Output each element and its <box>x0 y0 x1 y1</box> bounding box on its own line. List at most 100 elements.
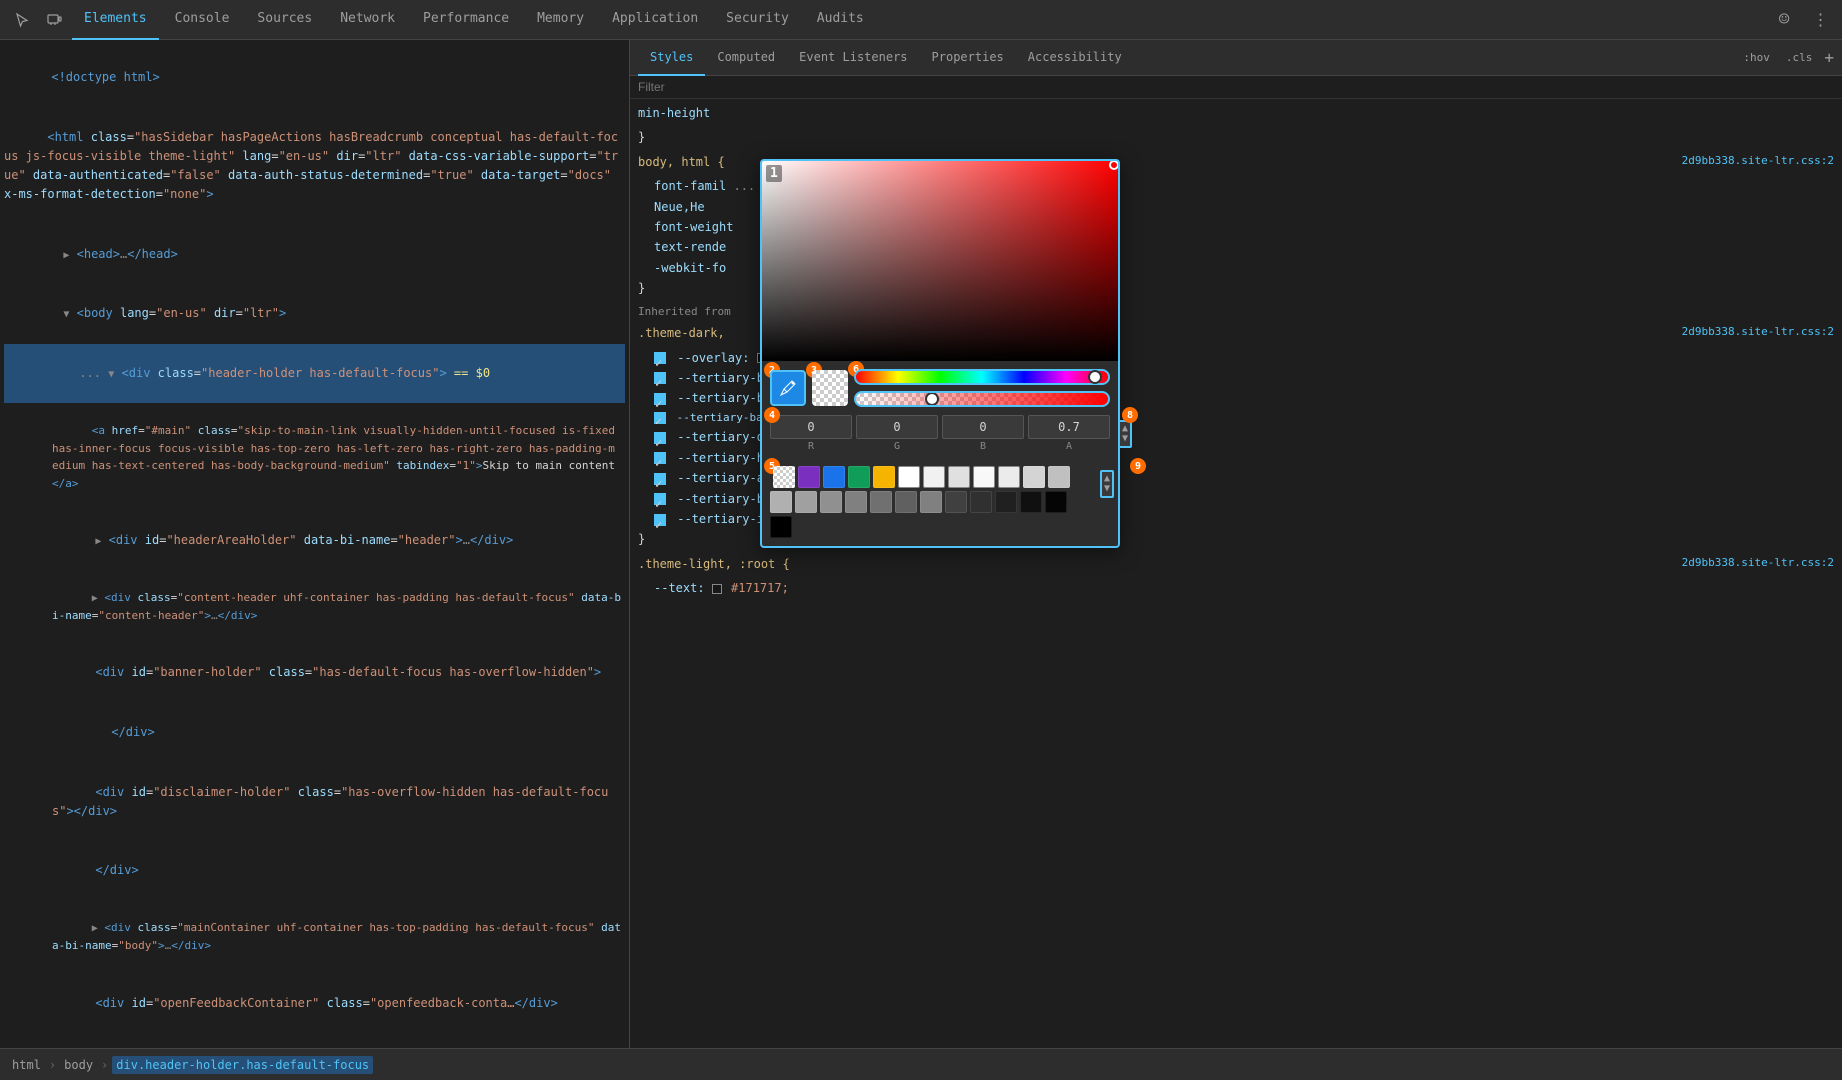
g-label: G <box>894 441 900 452</box>
tab-network[interactable]: Network <box>328 0 407 40</box>
label-4: 4 <box>764 407 780 423</box>
html-content-header[interactable]: ▶ <div class="content-header uhf-contain… <box>4 571 625 644</box>
stepper-down-icon[interactable]: ▼ <box>1122 434 1128 444</box>
b-input[interactable] <box>942 415 1024 439</box>
a-input[interactable] <box>1028 415 1110 439</box>
css-rule-minheight: min-height <box>638 103 1834 123</box>
swatch-gray2[interactable] <box>948 466 970 488</box>
breadcrumb-body[interactable]: body <box>60 1056 97 1074</box>
swatch-black[interactable] <box>770 516 792 538</box>
swatch-green[interactable] <box>848 466 870 488</box>
checkbox-tertiary-box-shadow[interactable]: ✓ <box>654 493 666 505</box>
swatch-darkgray3[interactable] <box>995 491 1017 513</box>
alpha-thumb[interactable] <box>925 392 939 406</box>
swatch-gray8[interactable] <box>795 491 817 513</box>
css-source-link[interactable]: 2d9bb338.site-ltr.css:2 <box>1682 152 1834 171</box>
swatch-gray6[interactable] <box>1048 466 1070 488</box>
tab-properties[interactable]: Properties <box>920 40 1016 76</box>
checkbox-tertiary-base[interactable]: ✓ <box>654 372 666 384</box>
breadcrumb-html[interactable]: html <box>8 1056 45 1074</box>
swatch-gray9[interactable] <box>820 491 842 513</box>
swatch-gray12[interactable] <box>895 491 917 513</box>
tab-performance[interactable]: Performance <box>411 0 521 40</box>
swatch-blue[interactable] <box>823 466 845 488</box>
breadcrumb-bar: html › body › div.header-holder.has-defa… <box>0 1048 1842 1080</box>
hue-thumb[interactable] <box>1088 370 1102 384</box>
swatch-darkgray1[interactable] <box>945 491 967 513</box>
r-input[interactable] <box>770 415 852 439</box>
rgba-stepper[interactable]: ▲ ▼ <box>1118 420 1132 448</box>
css-source-link-3[interactable]: 2d9bb338.site-ltr.css:2 <box>1682 554 1834 573</box>
right-panel: Styles Computed Event Listeners Properti… <box>630 40 1842 1048</box>
gradient-cursor[interactable] <box>1109 161 1118 170</box>
eyedropper-wrap: 2 <box>770 370 806 406</box>
filter-input[interactable] <box>638 80 838 94</box>
html-header-area[interactable]: ▶ <div id="headerAreaHolder" data-bi-nam… <box>4 511 625 571</box>
hue-slider[interactable] <box>854 369 1110 385</box>
swatch-stepper[interactable]: ▲ ▼ <box>1100 470 1114 498</box>
color-picker[interactable]: 1 2 <box>760 159 1120 548</box>
tab-event-listeners[interactable]: Event Listeners <box>787 40 919 76</box>
swatch-gray10[interactable] <box>845 491 867 513</box>
color-gradient-area[interactable]: 1 <box>762 161 1118 361</box>
swatch-gray7[interactable] <box>770 491 792 513</box>
label-8: 8 <box>1122 407 1138 423</box>
swatch-stepper-down[interactable]: ▼ <box>1104 484 1110 494</box>
devtools-toolbar: Elements Console Sources Network Perform… <box>0 0 1842 40</box>
tab-security[interactable]: Security <box>714 0 801 40</box>
swatch-gray13[interactable] <box>920 491 942 513</box>
elements-panel[interactable]: <!doctype html> <html class="hasSidebar … <box>0 40 630 1048</box>
html-body[interactable]: ▼ <body lang="en-us" dir="ltr"> <box>4 284 625 344</box>
add-style-button[interactable]: + <box>1824 48 1834 67</box>
checkbox-tertiary-dark[interactable]: ✓ <box>654 432 666 444</box>
tab-accessibility[interactable]: Accessibility <box>1016 40 1134 76</box>
checkbox-tertiary-active[interactable]: ✓ <box>654 473 666 485</box>
html-disclaimer: <div id="disclaimer-holder" class="has-o… <box>4 762 625 841</box>
checkbox-tertiary-bg[interactable]: ✓ <box>654 393 666 405</box>
swatch-gray11[interactable] <box>870 491 892 513</box>
tab-elements[interactable]: Elements <box>72 0 159 40</box>
more-icon[interactable]: ⋮ <box>1806 6 1834 34</box>
alpha-gradient <box>856 393 1108 405</box>
html-div-header-holder[interactable]: ... ▼ <div class="header-holder has-defa… <box>4 344 625 404</box>
swatch-gray5[interactable] <box>1023 466 1045 488</box>
swatch-darkgray2[interactable] <box>970 491 992 513</box>
breadcrumb-div[interactable]: div.header-holder.has-default-focus <box>112 1056 373 1074</box>
checkbox-tertiary-invert[interactable]: ✓ <box>654 514 666 526</box>
tab-sources[interactable]: Sources <box>245 0 324 40</box>
checkbox-tertiary-bg-glow[interactable]: ✓ <box>654 412 666 424</box>
tab-styles[interactable]: Styles <box>638 40 705 76</box>
hov-button[interactable]: :hov <box>1739 49 1774 66</box>
tab-console[interactable]: Console <box>163 0 242 40</box>
tab-computed[interactable]: Computed <box>705 40 787 76</box>
opacity-swatch[interactable] <box>812 370 848 406</box>
css-source-link-2[interactable]: 2d9bb338.site-ltr.css:2 <box>1682 323 1834 342</box>
tab-application[interactable]: Application <box>600 0 710 40</box>
html-main-container[interactable]: ▶ <div class="mainContainer uhf-containe… <box>4 901 625 974</box>
swatch-gray3[interactable] <box>973 466 995 488</box>
eyedropper-button[interactable] <box>770 370 806 406</box>
checkbox-overlay[interactable]: ✓ <box>654 352 666 364</box>
tab-memory[interactable]: Memory <box>525 0 596 40</box>
g-input[interactable] <box>856 415 938 439</box>
swatch-gray1[interactable] <box>923 466 945 488</box>
checkbox-tertiary-hover[interactable]: ✓ <box>654 452 666 464</box>
tab-audits[interactable]: Audits <box>805 0 876 40</box>
swatch-gray4[interactable] <box>998 466 1020 488</box>
swatch-darkgray4[interactable] <box>1020 491 1042 513</box>
html-open-feedback[interactable]: <div id="openFeedbackContainer" class="o… <box>4 974 625 1034</box>
swatch-white[interactable] <box>898 466 920 488</box>
html-head[interactable]: ▶ <head>…</head> <box>4 225 625 285</box>
device-icon[interactable] <box>40 6 68 34</box>
swatch-text[interactable] <box>712 584 722 594</box>
cls-button[interactable]: .cls <box>1782 49 1817 66</box>
swatch-purple[interactable] <box>798 466 820 488</box>
feedback-icon[interactable]: ☺ <box>1770 6 1798 34</box>
stepper-up-icon[interactable]: ▲ <box>1122 424 1128 434</box>
css-content[interactable]: min-height } 2d9bb338.site-ltr.css:2 bod… <box>630 99 1842 1048</box>
alpha-slider[interactable] <box>854 391 1110 407</box>
cursor-icon[interactable] <box>8 6 36 34</box>
swatch-yellow[interactable] <box>873 466 895 488</box>
swatch-darkgray5[interactable] <box>1045 491 1067 513</box>
swatch-transparent[interactable] <box>773 466 795 488</box>
